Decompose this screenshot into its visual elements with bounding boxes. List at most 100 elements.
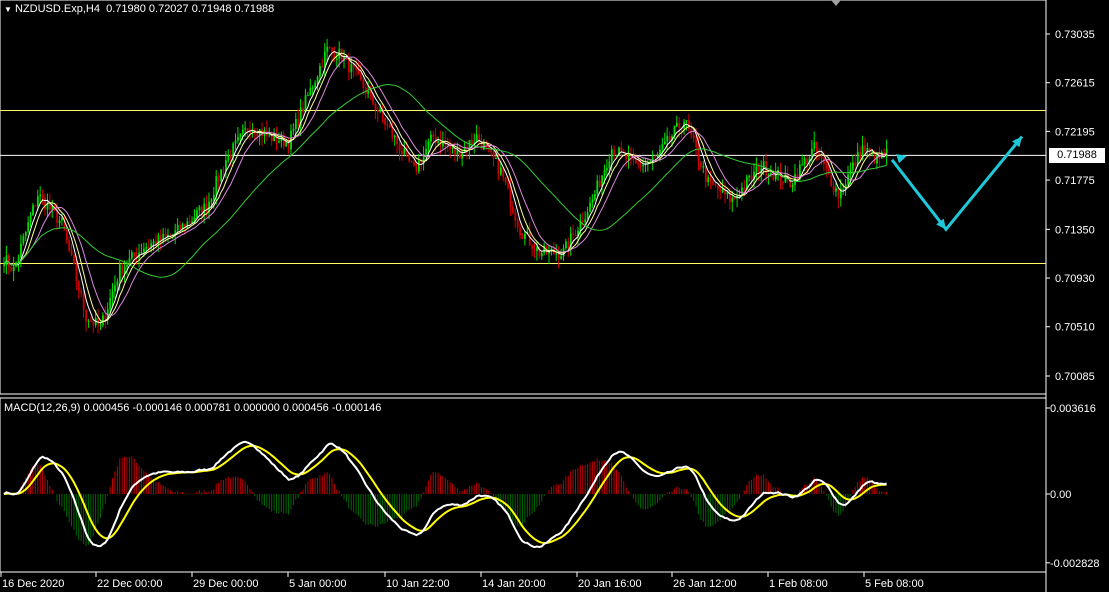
candle-body	[581, 220, 584, 223]
candle-body	[176, 224, 179, 231]
symbol-timeframe: NZDUSD.Exp,H4	[14, 3, 100, 15]
candle-body	[362, 79, 365, 88]
candle-body	[10, 267, 13, 272]
candle-body	[229, 155, 232, 158]
chart-shift-marker[interactable]	[831, 0, 841, 6]
candle-body	[198, 207, 201, 211]
price-tick-label: 0.72615	[1055, 78, 1095, 90]
candle-body	[85, 309, 87, 322]
candle-body	[222, 169, 225, 171]
candle-body	[642, 164, 645, 167]
candle-body	[852, 162, 854, 170]
candle-body	[36, 196, 39, 206]
candle-body	[827, 168, 830, 175]
candle-body	[319, 66, 321, 77]
candle-body	[191, 220, 194, 223]
candles	[3, 38, 888, 334]
candle-body	[140, 252, 143, 254]
candle-body	[393, 135, 396, 138]
candle-body	[391, 127, 394, 138]
candle-body	[225, 160, 227, 171]
candle-body	[854, 162, 857, 166]
candle-body	[565, 241, 567, 249]
candle-body	[326, 46, 329, 52]
candle-body	[12, 266, 15, 272]
candle-body	[159, 235, 162, 241]
candle-body	[567, 241, 570, 249]
candle-body	[80, 290, 83, 294]
candle-body	[555, 253, 558, 255]
time-tick-label: 5 Jan 00:00	[289, 578, 347, 590]
candle-body	[533, 248, 536, 251]
candle-body	[389, 125, 391, 128]
candle-body	[499, 167, 502, 175]
time-tick-label: 14 Jan 20:00	[482, 578, 546, 590]
candle-body	[813, 141, 816, 149]
candle-body	[99, 324, 102, 326]
candle-body	[803, 158, 806, 165]
candle-body	[748, 175, 751, 178]
candle-body	[237, 136, 239, 141]
macd-pane-frame	[0, 397, 1047, 573]
candle-body	[126, 265, 128, 268]
candle-body	[661, 144, 664, 150]
forecast-arrows	[890, 135, 1024, 232]
candle-body	[791, 184, 794, 188]
price-tick-label: 0.73035	[1055, 29, 1095, 41]
candle-body	[131, 252, 133, 259]
candle-body	[613, 149, 616, 156]
candle-body	[24, 231, 27, 237]
candle-body	[750, 175, 753, 180]
time-tick-label: 26 Jan 12:00	[673, 578, 737, 590]
candle-body	[220, 169, 223, 182]
symbol-menu-icon[interactable]: ▼	[4, 5, 12, 14]
candle-body	[714, 184, 717, 186]
candle-body	[495, 158, 497, 160]
candle-body	[830, 174, 833, 187]
candle-body	[179, 224, 182, 231]
candle-body	[536, 247, 538, 251]
candle-body	[41, 194, 44, 198]
candle-body	[360, 73, 362, 80]
candle-body	[401, 151, 403, 154]
candle-body	[133, 252, 136, 256]
candle-body	[143, 248, 145, 253]
time-tick-label: 29 Dec 00:00	[193, 578, 258, 590]
candle-body	[109, 298, 112, 310]
ohlc-values: 0.71980 0.72027 0.71948 0.71988	[106, 3, 275, 15]
candle-body	[637, 163, 640, 165]
candle-body	[702, 166, 705, 168]
chart-canvas: 0.73035 0.72615 0.72195 0.71775 0.71350 0.709…	[0, 0, 1100, 592]
candle-body	[145, 246, 148, 249]
candle-body	[692, 135, 695, 139]
candle-body	[695, 138, 698, 148]
candle-body	[825, 163, 828, 169]
candle-body	[668, 136, 671, 141]
candle-body	[227, 155, 230, 161]
price-axis: 0.73035 0.72615 0.72195 0.71775 0.71350 0.709…	[1046, 29, 1095, 383]
macd-lines	[3, 440, 887, 549]
candle-body	[507, 182, 509, 188]
candle-body	[451, 146, 454, 149]
candle-body	[659, 149, 661, 155]
candle-body	[328, 46, 331, 48]
candle-body	[531, 245, 534, 249]
candle-body	[335, 58, 338, 60]
price-tick-label: 0.70510	[1055, 322, 1095, 334]
candle-body	[492, 151, 495, 159]
candle-body	[297, 119, 300, 126]
candle-body	[716, 185, 719, 190]
candle-body	[512, 206, 514, 213]
candle-body	[121, 264, 124, 274]
candle-body	[594, 194, 596, 200]
candle-body	[22, 236, 25, 244]
horizontal-levels	[0, 110, 1046, 265]
symbol-header: ▼ NZDUSD.Exp,H4 0.71980 0.72027 0.71948 …	[4, 3, 274, 15]
candle-body	[610, 149, 613, 162]
candle-body	[311, 87, 314, 89]
candle-body	[203, 203, 206, 216]
candle-body	[244, 128, 247, 130]
time-tick-label: 16 Dec 2020	[2, 578, 64, 590]
candle-body	[17, 257, 20, 262]
candle-body	[302, 107, 305, 112]
